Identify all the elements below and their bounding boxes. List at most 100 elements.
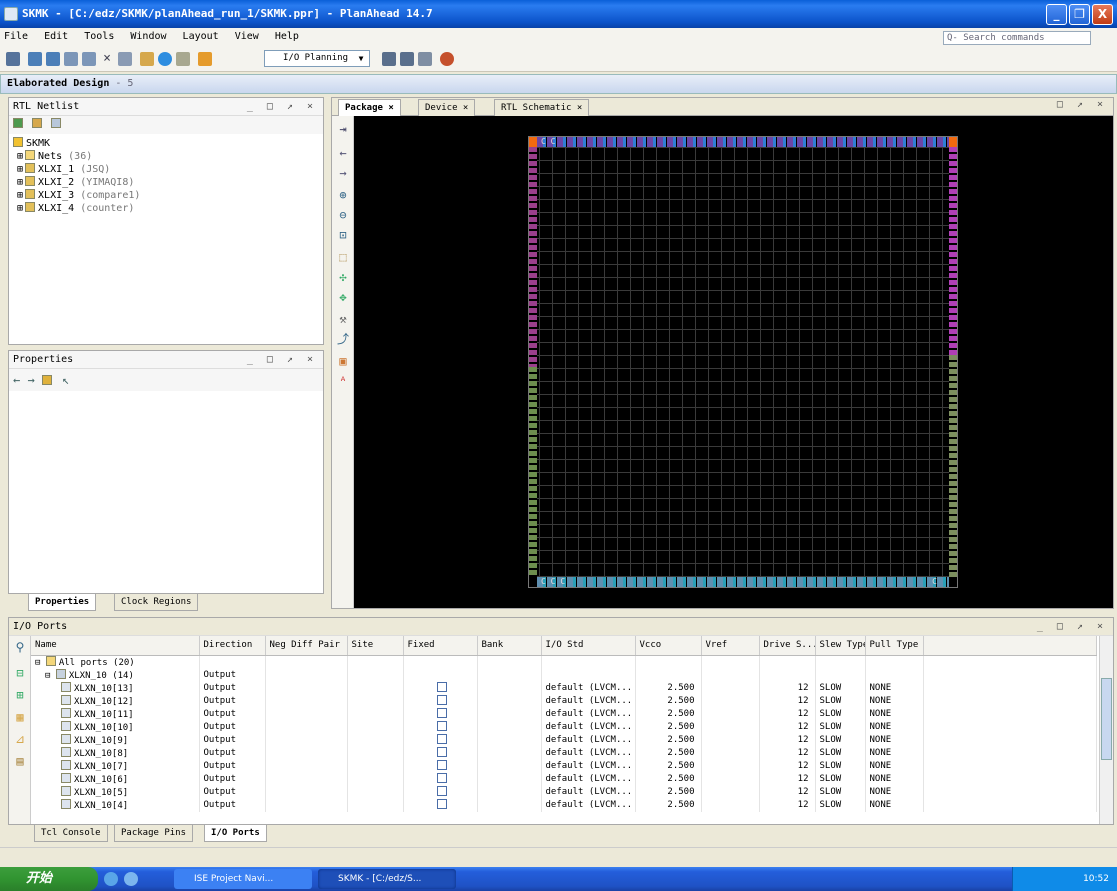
pin-name-icon[interactable]: ᴬ (336, 374, 350, 388)
minimize-button[interactable]: _ (1046, 4, 1067, 25)
tab-io-ports[interactable]: I/O Ports (204, 825, 267, 842)
column-header[interactable]: Bank (477, 636, 542, 656)
column-header[interactable]: Pull Type (865, 636, 924, 656)
column-header[interactable]: Vcco (635, 636, 702, 656)
maximize-button[interactable]: ❐ (1069, 4, 1090, 25)
column-header[interactable]: Vref (701, 636, 760, 656)
pin-icon[interactable] (382, 52, 396, 66)
run-drc-icon[interactable] (158, 52, 172, 66)
fixed-checkbox[interactable] (437, 772, 447, 783)
scrollbar-thumb[interactable] (1101, 678, 1112, 760)
hammer-icon[interactable]: ⚒ (336, 312, 350, 326)
column-header[interactable]: I/O Std (541, 636, 636, 656)
table-row-all-ports[interactable]: ⊟ All ports (20) (31, 655, 1097, 669)
zoom-out-icon[interactable]: ⊖ (336, 208, 350, 222)
cursor-icon[interactable] (418, 52, 432, 66)
pin-auto-icon[interactable] (400, 52, 414, 66)
column-header[interactable]: Fixed (403, 636, 478, 656)
tab-package[interactable]: Package × (338, 99, 401, 116)
fixed-checkbox[interactable] (437, 798, 447, 809)
panel-controls[interactable]: _ □ ↗ × (1037, 618, 1107, 636)
route-icon[interactable]: ⤴ (336, 332, 350, 346)
column-header[interactable]: Drive S... (759, 636, 816, 656)
fixed-checkbox[interactable] (437, 733, 447, 744)
column-header[interactable]: Slew Type (815, 636, 866, 656)
collapse-all-icon[interactable]: ⊟ (13, 666, 27, 680)
tab-rtl-schematic[interactable]: RTL Schematic × (494, 99, 590, 116)
schematic-icon[interactable] (140, 52, 154, 66)
forward-icon[interactable]: → (27, 373, 34, 387)
column-header[interactable]: Name (31, 636, 200, 656)
table-row[interactable]: XLXN_10[8] Output default (LVCM... 2.500 12 S… (31, 746, 1097, 760)
table-row[interactable]: XLXN_10[4] Output default (LVCM... 2.500 12 S… (31, 798, 1097, 812)
browser-icon[interactable] (124, 872, 138, 886)
table-row[interactable]: XLXN_10[7] Output default (LVCM... 2.500 12 S… (31, 759, 1097, 773)
tab-package-pins[interactable]: Package Pins (114, 825, 194, 842)
table-row[interactable]: XLXN_10[6] Output default (LVCM... 2.500 12 S… (31, 772, 1097, 786)
view-controls[interactable]: □ ↗ × (1057, 99, 1107, 110)
tree-root[interactable]: SKMK (13, 137, 319, 150)
redo-icon[interactable] (46, 52, 60, 66)
menu-edit[interactable]: Edit (44, 31, 68, 42)
package-icon[interactable]: ▣ (336, 354, 350, 368)
taskbar-button-planahead[interactable]: SKMK - [C:/edz/S... (318, 869, 456, 889)
show-icon[interactable] (51, 118, 62, 128)
properties-icon[interactable] (118, 52, 132, 66)
search-icon[interactable]: ⚲ (13, 640, 27, 654)
menu-view[interactable]: View (235, 31, 259, 42)
fixed-checkbox[interactable] (437, 694, 447, 705)
refresh-icon[interactable]: ✥ (336, 290, 350, 304)
collapse-all-icon[interactable] (13, 118, 23, 128)
fixed-checkbox[interactable] (437, 785, 447, 796)
column-header[interactable]: Site (347, 636, 404, 656)
expand-icon[interactable]: ⇥ (336, 122, 350, 136)
copy-icon[interactable] (64, 52, 78, 66)
rotate-icon[interactable]: ✣ (336, 270, 350, 284)
paste-icon[interactable] (82, 52, 96, 66)
column-header[interactable]: Neg Diff Pair (265, 636, 348, 656)
table-row[interactable]: XLXN_10[12] Output default (LVCM... 2.500 12… (31, 694, 1097, 708)
tab-properties[interactable]: Properties (28, 594, 97, 611)
fixed-checkbox[interactable] (437, 759, 447, 770)
tab-device[interactable]: Device × (418, 99, 476, 116)
layout-select[interactable]: I/O Planning ▼ (264, 50, 370, 67)
back-icon[interactable]: ← (336, 146, 350, 160)
table-row-group[interactable]: ⊟ XLXN_10 (14) Output (31, 668, 1097, 682)
group-icon[interactable]: ▦ (13, 710, 27, 724)
table-row[interactable]: XLXN_10[13] Output default (LVCM... 2.500 12… (31, 681, 1097, 695)
report-icon[interactable] (198, 52, 212, 66)
table-row[interactable]: XLXN_10[11] Output default (LVCM... 2.500 12… (31, 707, 1097, 721)
menu-layout[interactable]: Layout (183, 31, 219, 42)
schematic-icon[interactable] (32, 118, 43, 128)
tab-clock-regions[interactable]: Clock Regions (114, 594, 199, 611)
menu-file[interactable]: File (4, 31, 28, 42)
tree-item-xlxi4[interactable]: ⊞ XLXI_4 (counter) (13, 202, 319, 215)
expand-all-icon[interactable]: ⊞ (13, 688, 27, 702)
taskbar-button-ise[interactable]: ISE Project Navi... (174, 869, 312, 889)
zoom-in-icon[interactable]: ⊕ (336, 188, 350, 202)
save-icon[interactable] (6, 52, 20, 66)
vertical-scrollbar[interactable] (1099, 636, 1113, 824)
menu-tools[interactable]: Tools (84, 31, 114, 42)
panel-controls[interactable]: _ □ ↗ × (247, 98, 317, 116)
properties-icon[interactable] (41, 375, 52, 385)
forward-icon[interactable]: → (336, 166, 350, 180)
pointer-icon[interactable]: ↖ (62, 373, 69, 387)
menu-window[interactable]: Window (130, 31, 166, 42)
help-icon[interactable] (440, 52, 454, 66)
undo-icon[interactable] (28, 52, 42, 66)
search-commands-input[interactable]: Q- Search commands (943, 31, 1091, 45)
fixed-checkbox[interactable] (437, 746, 447, 757)
ie-icon[interactable] (104, 872, 118, 886)
properties-icon[interactable]: ▤ (13, 754, 27, 768)
package-grid[interactable]: C C C C C C (528, 136, 958, 588)
settings-icon[interactable] (176, 52, 190, 66)
tree-item-nets[interactable]: ⊞ Nets (36) (13, 150, 319, 163)
panel-controls[interactable]: _ □ ↗ × (247, 351, 317, 369)
package-canvas[interactable]: C C C C C C (354, 116, 1113, 608)
zoom-fit-icon[interactable]: ⊡ (336, 228, 350, 242)
fixed-checkbox[interactable] (437, 720, 447, 731)
fixed-checkbox[interactable] (437, 681, 447, 692)
schematic-icon[interactable]: ⊿ (13, 732, 27, 746)
back-icon[interactable]: ← (13, 373, 20, 387)
